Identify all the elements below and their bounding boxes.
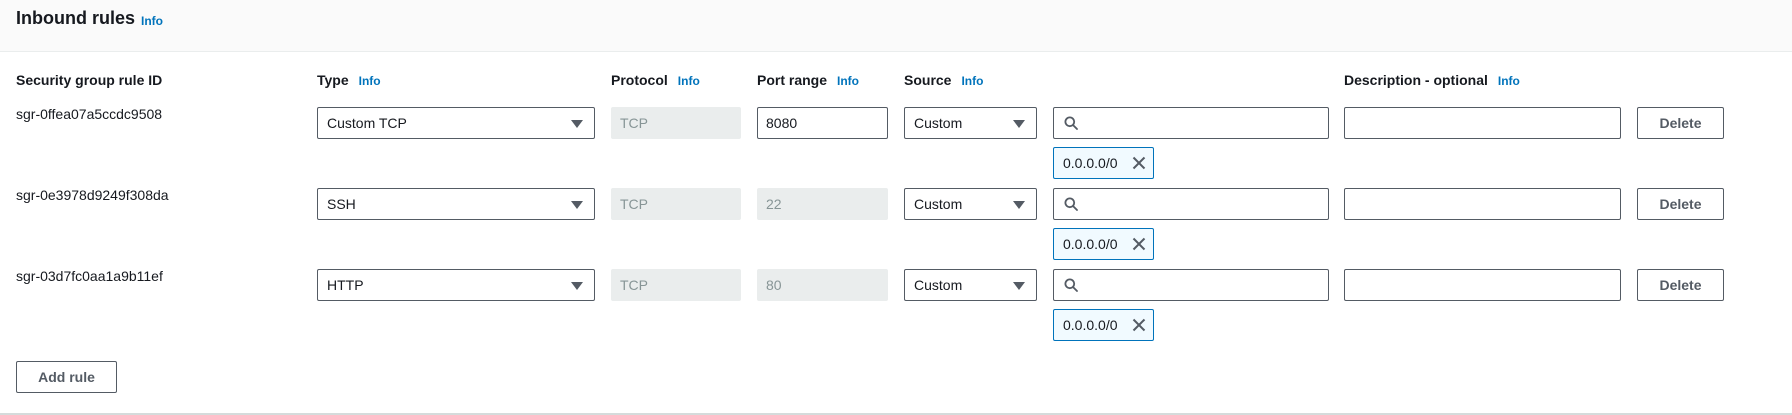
- cidr-token-label: 0.0.0.0/0: [1063, 317, 1118, 333]
- column-header-label: Protocol: [611, 72, 668, 88]
- source-search-field[interactable]: [1053, 107, 1329, 139]
- cidr-token-label: 0.0.0.0/0: [1063, 236, 1118, 252]
- delete-rule-button[interactable]: Delete: [1637, 188, 1724, 220]
- column-header-protocol: Protocol Info: [611, 72, 700, 88]
- title-info-link[interactable]: Info: [141, 14, 163, 28]
- search-icon: [1064, 197, 1078, 211]
- type-select-value: SSH: [327, 196, 356, 212]
- description-input[interactable]: [1344, 188, 1621, 220]
- add-rule-button[interactable]: Add rule: [16, 361, 117, 393]
- type-select[interactable]: HTTP: [317, 269, 595, 301]
- source-search-input[interactable]: [1086, 189, 1321, 219]
- caret-down-icon: [1013, 282, 1025, 290]
- cidr-token: 0.0.0.0/0: [1053, 147, 1154, 179]
- cidr-token-label: 0.0.0.0/0: [1063, 155, 1118, 171]
- rule-id: sgr-0ffea07a5ccdc9508: [16, 106, 163, 122]
- caret-down-icon: [1013, 201, 1025, 209]
- column-header-port-range: Port range Info: [757, 72, 859, 88]
- protocol-field: TCP: [611, 269, 741, 301]
- source-type-select[interactable]: Custom: [904, 107, 1037, 139]
- column-header-label: Security group rule ID: [16, 72, 163, 88]
- cidr-token: 0.0.0.0/0: [1053, 309, 1154, 341]
- source-info-link[interactable]: Info: [961, 74, 983, 88]
- column-header-label: Description - optional: [1344, 72, 1488, 88]
- page-title: Inbound rules: [16, 8, 135, 28]
- source-search-input[interactable]: [1086, 108, 1321, 138]
- port-range-input[interactable]: [757, 107, 888, 139]
- protocol-info-link[interactable]: Info: [678, 74, 700, 88]
- type-info-link[interactable]: Info: [359, 74, 381, 88]
- cidr-token: 0.0.0.0/0: [1053, 228, 1154, 260]
- column-header-source: Source Info: [904, 72, 983, 88]
- close-icon[interactable]: [1132, 156, 1146, 170]
- source-search-input[interactable]: [1086, 270, 1321, 300]
- type-select-value: Custom TCP: [327, 115, 407, 131]
- description-input[interactable]: [1344, 269, 1621, 301]
- caret-down-icon: [571, 282, 583, 290]
- source-type-select[interactable]: Custom: [904, 269, 1037, 301]
- source-type-select[interactable]: Custom: [904, 188, 1037, 220]
- caret-down-icon: [571, 201, 583, 209]
- protocol-field: TCP: [611, 107, 741, 139]
- rule-id: sgr-03d7fc0aa1a9b11ef: [16, 268, 163, 284]
- column-header-description: Description - optional Info: [1344, 72, 1520, 88]
- protocol-field: TCP: [611, 188, 741, 220]
- source-type-value: Custom: [914, 196, 963, 212]
- search-icon: [1064, 278, 1078, 292]
- port-range-info-link[interactable]: Info: [837, 74, 859, 88]
- rule-id: sgr-0e3978d9249f308da: [16, 187, 169, 203]
- column-header-rule-id: Security group rule ID: [16, 72, 162, 88]
- caret-down-icon: [571, 120, 583, 128]
- type-select[interactable]: Custom TCP: [317, 107, 595, 139]
- close-icon[interactable]: [1132, 318, 1146, 332]
- column-header-label: Port range: [757, 72, 828, 88]
- delete-rule-button[interactable]: Delete: [1637, 107, 1724, 139]
- description-info-link[interactable]: Info: [1498, 74, 1520, 88]
- column-header-label: Source: [904, 72, 952, 88]
- source-search-field[interactable]: [1053, 188, 1329, 220]
- source-search-field[interactable]: [1053, 269, 1329, 301]
- type-select[interactable]: SSH: [317, 188, 595, 220]
- source-type-value: Custom: [914, 277, 963, 293]
- caret-down-icon: [1013, 120, 1025, 128]
- close-icon[interactable]: [1132, 237, 1146, 251]
- port-range-field: 22: [757, 188, 888, 220]
- search-icon: [1064, 116, 1078, 130]
- source-type-value: Custom: [914, 115, 963, 131]
- panel-header: Inbound rules Info: [0, 0, 1792, 52]
- delete-rule-button[interactable]: Delete: [1637, 269, 1724, 301]
- column-header-type: Type Info: [317, 72, 381, 88]
- port-range-field: 80: [757, 269, 888, 301]
- column-header-label: Type: [317, 72, 349, 88]
- description-input[interactable]: [1344, 107, 1621, 139]
- type-select-value: HTTP: [327, 277, 364, 293]
